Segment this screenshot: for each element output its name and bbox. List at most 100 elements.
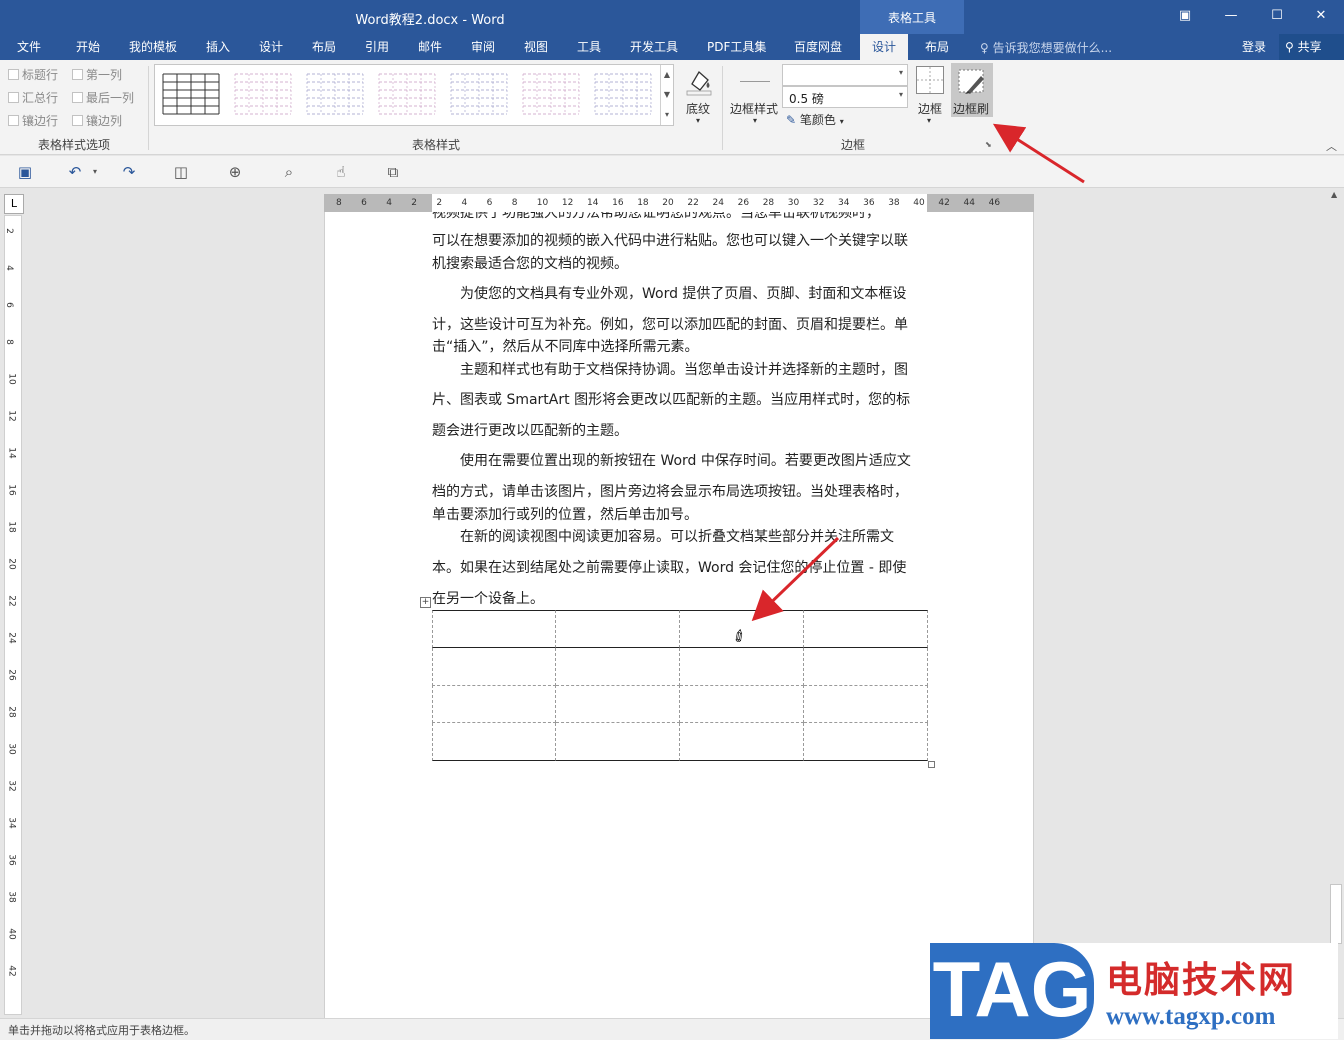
banded-rows-checkbox[interactable]: 镶边行: [8, 112, 58, 129]
paragraph-line[interactable]: 击“插入”，然后从不同库中选择所需元素。: [432, 336, 932, 358]
total-row-checkbox[interactable]: 汇总行: [8, 89, 58, 106]
tab-layout[interactable]: 布局: [312, 38, 336, 55]
borders-chevron-icon[interactable]: ▾: [927, 116, 931, 125]
table-cell[interactable]: [804, 685, 928, 723]
paragraph-line[interactable]: 主题和样式也有助于文档保持协调。当您单击设计并选择新的主题时，图: [432, 359, 932, 381]
border-styles-button[interactable]: 边框样式: [730, 100, 778, 117]
tab-insert[interactable]: 插入: [206, 38, 230, 55]
redo-icon[interactable]: ↷: [120, 163, 138, 181]
table-cell[interactable]: [432, 685, 556, 723]
undo-dropdown-chevron-icon[interactable]: ▾: [86, 163, 104, 181]
paragraph-line[interactable]: 计，这些设计可互为补充。例如，您可以添加匹配的封面、页眉和提要栏。单: [432, 314, 932, 336]
table-style-thumbnail[interactable]: [593, 71, 653, 117]
tab-view[interactable]: 视图: [524, 38, 548, 55]
scroll-up-icon[interactable]: ▲: [1331, 190, 1337, 199]
table-style-thumbnail[interactable]: [449, 71, 509, 117]
shading-icon[interactable]: [684, 66, 714, 96]
tab-tools[interactable]: 工具: [577, 38, 601, 55]
login-link[interactable]: 登录: [1242, 38, 1266, 55]
table-move-handle-icon[interactable]: +: [420, 597, 431, 608]
paragraph-line[interactable]: 单击要添加行或列的位置，然后单击加号。: [432, 504, 932, 526]
line-style-combo[interactable]: ▾: [782, 64, 908, 86]
customize-toolbar-icon[interactable]: ⧉: [384, 163, 402, 181]
table-cell[interactable]: [556, 610, 680, 648]
paragraph-line[interactable]: 为使您的文档具有专业外观，Word 提供了页眉、页脚、封面和文本框设: [432, 283, 932, 305]
table-cell[interactable]: [680, 722, 804, 761]
table-cell[interactable]: [432, 610, 556, 648]
paragraph-line[interactable]: 在新的阅读视图中阅读更加容易。可以折叠文档某些部分并关注所需文: [432, 526, 932, 548]
paragraph-line[interactable]: 片、图表或 SmartArt 图形将会更改以匹配新的主题。当应用样式时，您的标: [432, 389, 932, 411]
shading-button[interactable]: 底纹: [686, 100, 710, 117]
tab-selector[interactable]: L: [4, 194, 24, 214]
paragraph-line[interactable]: 档的方式，请单击该图片，图片旁边将会显示布局选项按钮。当处理表格时，: [432, 481, 932, 503]
tab-my-templates[interactable]: 我的模板: [129, 38, 177, 55]
undo-icon[interactable]: ↶: [66, 163, 84, 181]
tab-home[interactable]: 开始: [76, 38, 100, 55]
tell-me-search[interactable]: ♀ 告诉我您想要做什么...: [980, 39, 1112, 56]
table-cell[interactable]: [432, 647, 556, 686]
borders-grid-icon[interactable]: [916, 66, 944, 94]
table-cell[interactable]: [680, 685, 804, 723]
read-mode-icon[interactable]: ◫: [172, 163, 190, 181]
table-cell[interactable]: [804, 610, 928, 648]
ribbon-display-options-icon[interactable]: ▣: [1162, 0, 1208, 34]
borders-button[interactable]: 边框: [918, 100, 942, 117]
table-style-thumbnail[interactable]: [233, 71, 293, 117]
border-painter-button[interactable]: 边框刷: [951, 63, 993, 117]
print-preview-icon[interactable]: ⌕: [280, 163, 298, 181]
paragraph-line[interactable]: 题会进行更改以匹配新的主题。: [432, 420, 932, 442]
tab-file[interactable]: 文件: [17, 38, 41, 55]
scrollbar-thumb[interactable]: [1330, 884, 1342, 944]
paragraph-line[interactable]: 在另一个设备上。: [432, 588, 932, 610]
last-column-checkbox[interactable]: 最后一列: [72, 89, 134, 106]
tab-pdf-tools[interactable]: PDF工具集: [707, 38, 766, 55]
paragraph-line[interactable]: 本。如果在达到结尾处之前需要停止读取，Word 会记住您的停止位置 - 即使: [432, 557, 932, 579]
gallery-scroll-up-icon[interactable]: ▲: [660, 65, 673, 85]
maximize-button[interactable]: ☐: [1254, 0, 1300, 34]
pen-color-button[interactable]: ✎ 笔颜色 ▾: [786, 111, 844, 128]
table-cell[interactable]: [556, 647, 680, 686]
table-resize-handle[interactable]: [928, 761, 935, 768]
dialog-launcher-icon[interactable]: ⬊: [985, 140, 992, 149]
border-style-line-icon[interactable]: [740, 81, 770, 82]
document-table[interactable]: [432, 610, 928, 761]
collapse-ribbon-icon[interactable]: ︿: [1326, 138, 1337, 154]
share-button[interactable]: ⚲ 共享: [1279, 34, 1344, 60]
document-page[interactable]: 视频提供了功能强大的方法帮助您证明您的观点。当您单击联机视频时， 可以在想要添加…: [324, 212, 1034, 1018]
tab-baidu-netdisk[interactable]: 百度网盘: [794, 38, 842, 55]
gallery-scroll-down-icon[interactable]: ▼: [660, 85, 673, 105]
web-layout-icon[interactable]: ⊕: [226, 163, 244, 181]
table-style-thumbnail[interactable]: [161, 71, 221, 117]
tab-design[interactable]: 设计: [259, 38, 283, 55]
table-style-thumbnail[interactable]: [377, 71, 437, 117]
tab-table-design[interactable]: 设计: [860, 34, 909, 60]
close-button[interactable]: ✕: [1298, 0, 1344, 34]
vertical-ruler[interactable]: 2 4 6 8 10 12 14 16 18 20 22 24 26 28 30 32 34 36 38 40 42: [4, 215, 22, 1015]
paragraph-line[interactable]: 使用在需要位置出现的新按钮在 Word 中保存时间。若要更改图片适应文: [432, 450, 932, 472]
table-cell[interactable]: [680, 647, 804, 686]
tab-review[interactable]: 审阅: [471, 38, 495, 55]
gallery-more-icon[interactable]: ▾: [660, 105, 673, 125]
tab-developer[interactable]: 开发工具: [630, 38, 678, 55]
tab-mailings[interactable]: 邮件: [418, 38, 442, 55]
shading-dropdown-chevron-icon[interactable]: ▾: [696, 116, 700, 125]
banded-columns-checkbox[interactable]: 镶边列: [72, 112, 122, 129]
table-style-thumbnail[interactable]: [305, 71, 365, 117]
border-styles-chevron-icon[interactable]: ▾: [753, 116, 757, 125]
paragraph-line[interactable]: 视频提供了功能强大的方法帮助您证明您的观点。当您单击联机视频时，: [432, 212, 932, 224]
first-column-checkbox[interactable]: 第一列: [72, 66, 122, 83]
table-cell[interactable]: [804, 722, 928, 761]
table-style-thumbnail[interactable]: [521, 71, 581, 117]
line-weight-combo[interactable]: 0.5 磅 ▾: [782, 86, 908, 108]
touch-mode-icon[interactable]: ☝: [332, 163, 350, 181]
header-row-checkbox[interactable]: 标题行: [8, 66, 58, 83]
table-cell[interactable]: [556, 685, 680, 723]
table-cell[interactable]: [556, 722, 680, 761]
minimize-button[interactable]: —: [1208, 0, 1254, 34]
paragraph-line[interactable]: 机搜索最适合您的文档的视频。: [432, 253, 932, 275]
vertical-scrollbar[interactable]: ▲: [1328, 188, 1344, 1018]
table-cell[interactable]: [804, 647, 928, 686]
tab-table-layout[interactable]: 布局: [925, 38, 949, 55]
table-cell[interactable]: [432, 722, 556, 761]
paragraph-line[interactable]: 可以在想要添加的视频的嵌入代码中进行粘贴。您也可以键入一个关键字以联: [432, 230, 932, 252]
